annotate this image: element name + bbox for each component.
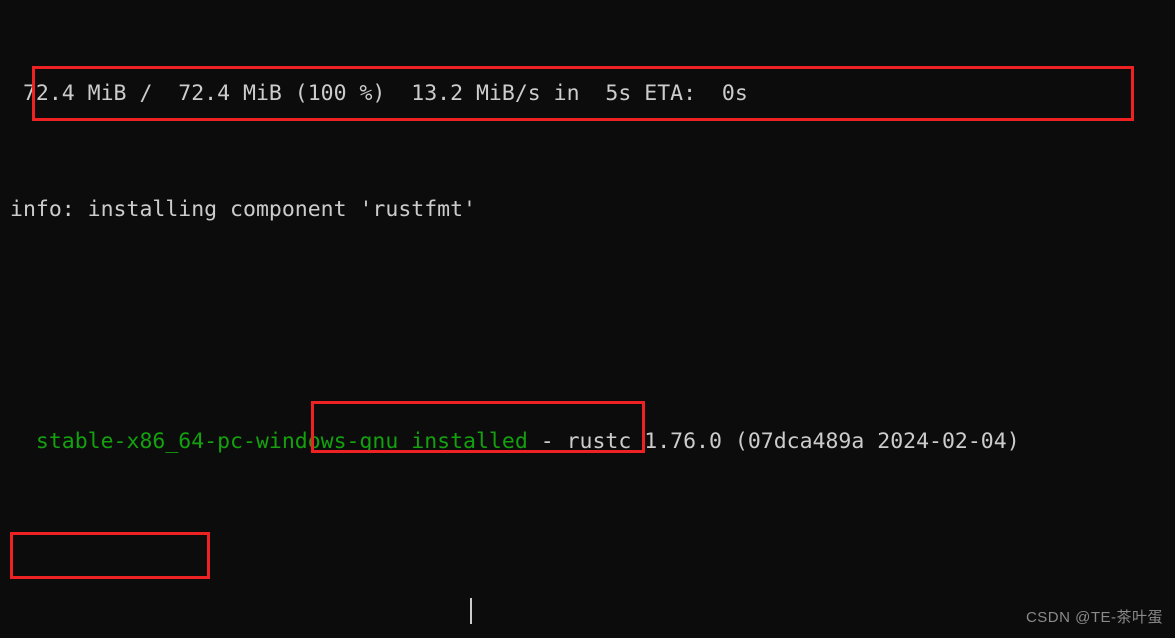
terminal-output: 72.4 MiB / 72.4 MiB (100 %) 13.2 MiB/s i… xyxy=(10,0,1175,638)
line-text-green: stable-x86_64-pc-windows-gnu installed xyxy=(10,429,528,454)
csdn-watermark: CSDN @TE-茶叶蛋 xyxy=(1025,609,1163,626)
line-text: 72.4 MiB / 72.4 MiB (100 %) 13.2 MiB/s i… xyxy=(10,81,748,106)
text-cursor xyxy=(470,598,472,624)
terminal-line-toolchain-installed: stable-x86_64-pc-windows-gnu installed -… xyxy=(10,427,1175,456)
terminal-line: info: installing component 'rustfmt' xyxy=(10,195,1175,224)
line-text-white: - rustc 1.76.0 (07dca489a 2024-02-04) xyxy=(527,429,1020,454)
terminal-line: 72.4 MiB / 72.4 MiB (100 %) 13.2 MiB/s i… xyxy=(10,79,1175,108)
line-text: info: installing component 'rustfmt' xyxy=(10,197,476,222)
terminal-window[interactable]: 72.4 MiB / 72.4 MiB (100 %) 13.2 MiB/s i… xyxy=(0,0,1175,638)
